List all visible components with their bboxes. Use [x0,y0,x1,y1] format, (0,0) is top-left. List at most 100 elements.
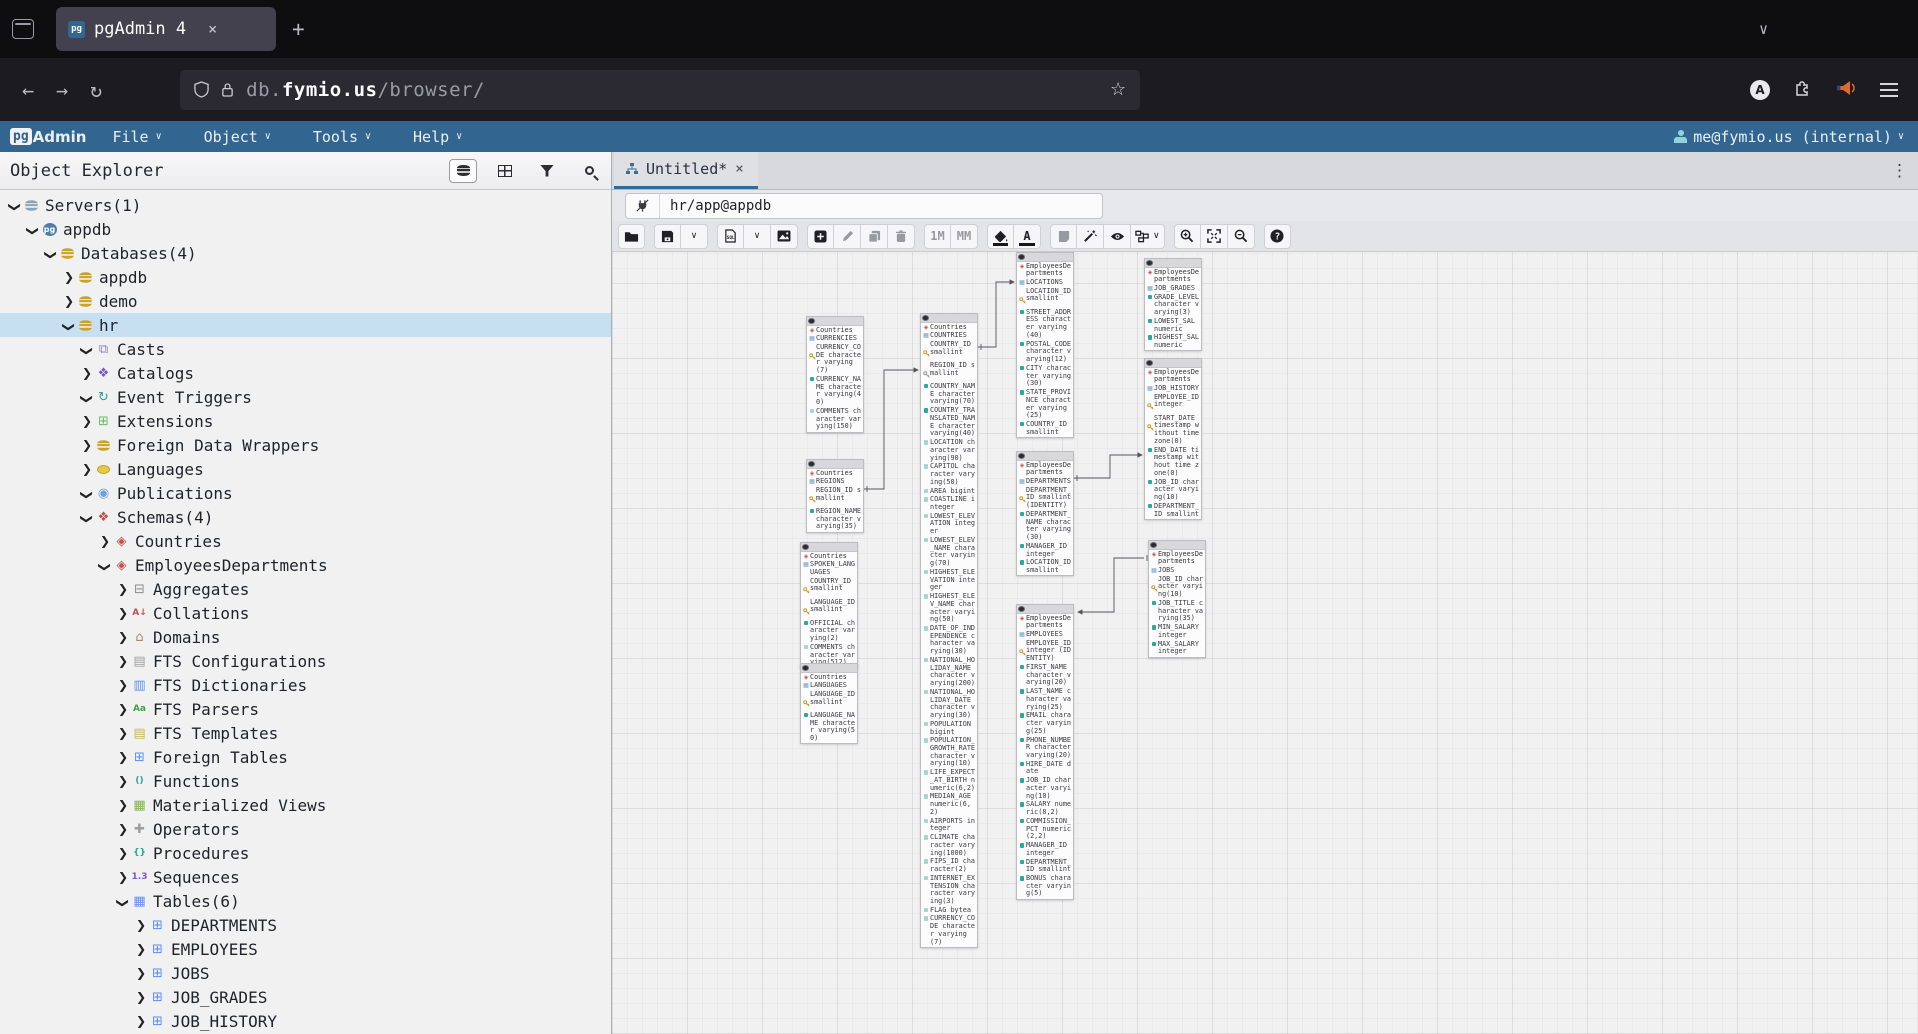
chevron-expanded-icon[interactable]: ❯ [26,224,40,238]
details-eye-icon[interactable] [803,666,808,670]
menu-object[interactable]: Object∨ [204,128,271,146]
details-eye-icon[interactable] [809,462,814,466]
browser-tab[interactable]: pg pgAdmin 4 × [56,7,276,51]
help-button[interactable]: ? [1264,224,1291,249]
erd-table-header[interactable] [1149,541,1205,550]
tree-item-employees[interactable]: ❯⊞EMPLOYEES [0,937,611,961]
erd-table-header[interactable] [807,317,863,326]
megaphone-icon[interactable] [1836,79,1856,101]
lock-icon[interactable] [221,82,234,98]
cardinality-notation-button[interactable]: ∨ [1131,224,1165,249]
tree-item-aggregates[interactable]: ❯⊟Aggregates [0,577,611,601]
chevron-collapsed-icon[interactable]: ❯ [98,534,112,548]
erd-table-job_grades[interactable]: ◈EmployeesDepartments▦JOB_GRADESGRADE_LE… [1144,258,1202,351]
extensions-puzzle-icon[interactable] [1794,79,1812,101]
erd-table-currencies[interactable]: ◈Countries▦CURRENCIESCURRENCY_CODE chara… [806,316,864,433]
tree-item-fts-dictionaries[interactable]: ❯▥FTS Dictionaries [0,673,611,697]
chevron-expanded-icon[interactable]: ❯ [116,896,130,910]
tree-item-appdb[interactable]: ❯pgappdb [0,217,611,241]
show-details-button[interactable] [1104,224,1131,249]
erd-table-header[interactable] [801,664,857,673]
chevron-collapsed-icon[interactable]: ❯ [80,366,94,380]
erd-table-header[interactable] [1017,253,1073,262]
erd-table-jobs[interactable]: ◈EmployeesDepartments▦JOBSJOB_ID charact… [1148,540,1206,658]
chevron-collapsed-icon[interactable]: ❯ [116,822,130,836]
erd-table-header[interactable] [801,543,857,552]
chevron-expanded-icon[interactable]: ❯ [62,320,76,334]
tree-item-materialized-views[interactable]: ❯▦Materialized Views [0,793,611,817]
tree-item-employeesdepartments[interactable]: ❯◈EmployeesDepartments [0,553,611,577]
chevron-collapsed-icon[interactable]: ❯ [116,798,130,812]
chevron-collapsed-icon[interactable]: ❯ [116,654,130,668]
chevron-collapsed-icon[interactable]: ❯ [134,990,148,1004]
sql-options-button[interactable]: ∨ [744,224,771,249]
chevron-collapsed-icon[interactable]: ❯ [62,270,76,284]
tree-item-collations[interactable]: ❯A↓Collations [0,601,611,625]
erd-table-countries[interactable]: ◈Countries▦COUNTRIESCOUNTRY_ID smallintR… [920,313,978,948]
chevron-collapsed-icon[interactable]: ❯ [116,750,130,764]
tree-item-catalogs[interactable]: ❯❖Catalogs [0,361,611,385]
tree-item-job-history[interactable]: ❯⊞JOB_HISTORY [0,1009,611,1033]
tree-item-fts-parsers[interactable]: ❯AaFTS Parsers [0,697,611,721]
details-eye-icon[interactable] [809,319,814,323]
tab-options-kebab-icon[interactable]: ⋮ [1891,161,1908,181]
reload-icon[interactable]: ↻ [90,78,102,102]
add-note-button[interactable] [1050,224,1077,249]
clone-table-button[interactable] [861,224,888,249]
erd-table-spoken_languages[interactable]: ◈Countries▦SPOKEN_LANGUAGESCOUNTRY_ID sm… [800,542,858,669]
tree-item-fts-configurations[interactable]: ❯▤FTS Configurations [0,649,611,673]
erd-canvas[interactable]: ◈Countries▦CURRENCIESCURRENCY_CODE chara… [612,252,1918,1034]
chevron-expanded-icon[interactable]: ❯ [80,512,94,526]
list-tabs-icon[interactable]: ∨ [1759,20,1768,38]
erd-table-job_history[interactable]: ◈EmployeesDepartments▦JOB_HISTORYEMPLOYE… [1144,358,1202,520]
save-button[interactable] [654,224,681,249]
tree-item-procedures[interactable]: ❯{}Procedures [0,841,611,865]
chevron-collapsed-icon[interactable]: ❯ [80,438,94,452]
tree-item-functions[interactable]: ❯()Functions [0,769,611,793]
forward-icon[interactable]: → [56,78,68,102]
auto-align-button[interactable] [1077,224,1104,249]
chevron-expanded-icon[interactable]: ❯ [80,344,94,358]
tree-item-publications[interactable]: ❯◉Publications [0,481,611,505]
chevron-collapsed-icon[interactable]: ❯ [80,462,94,476]
menu-file[interactable]: File∨ [112,128,161,146]
tree-item-departments[interactable]: ❯⊞DEPARTMENTS [0,913,611,937]
new-tab-button[interactable]: + [292,17,305,41]
erd-table-header[interactable] [1017,452,1073,461]
tree-item-operators[interactable]: ❯✚Operators [0,817,611,841]
zoom-in-button[interactable] [1174,224,1201,249]
details-eye-icon[interactable] [1147,261,1152,265]
chevron-expanded-icon[interactable]: ❯ [8,200,22,214]
chevron-collapsed-icon[interactable]: ❯ [62,294,76,308]
chevron-expanded-icon[interactable]: ❯ [44,248,58,262]
chevron-collapsed-icon[interactable]: ❯ [80,414,94,428]
tree-item-jobs[interactable]: ❯⊞JOBS [0,961,611,985]
chevron-expanded-icon[interactable]: ❯ [98,560,112,574]
search-icon[interactable] [575,159,603,183]
tree-item-foreign-data-wrappers[interactable]: ❯Foreign Data Wrappers [0,433,611,457]
text-color-button[interactable]: A [1014,224,1041,249]
menu-help[interactable]: Help∨ [413,128,462,146]
details-eye-icon[interactable] [1019,454,1024,458]
add-table-button[interactable] [807,224,834,249]
details-eye-icon[interactable] [1151,543,1156,547]
chevron-collapsed-icon[interactable]: ❯ [116,606,130,620]
address-bar[interactable]: db.fymio.us/browser/ ☆ [180,70,1140,110]
zoom-out-button[interactable] [1228,224,1255,249]
download-image-button[interactable] [771,224,798,249]
chevron-collapsed-icon[interactable]: ❯ [116,630,130,644]
chevron-collapsed-icon[interactable]: ❯ [134,942,148,956]
filter-icon[interactable] [533,159,561,183]
erd-table-header[interactable] [807,460,863,469]
tree-item-appdb[interactable]: ❯appdb [0,265,611,289]
chevron-collapsed-icon[interactable]: ❯ [116,678,130,692]
details-eye-icon[interactable] [803,545,808,549]
erd-table-header[interactable] [1145,359,1201,368]
details-eye-icon[interactable] [923,316,928,320]
bookmark-star-icon[interactable]: ☆ [1110,79,1126,100]
tree-item-job-grades[interactable]: ❯⊞JOB_GRADES [0,985,611,1009]
tree-item-tables-6-[interactable]: ❯▦Tables(6) [0,889,611,913]
zoom-to-fit-button[interactable] [1201,224,1228,249]
chevron-collapsed-icon[interactable]: ❯ [116,582,130,596]
chevron-collapsed-icon[interactable]: ❯ [116,702,130,716]
